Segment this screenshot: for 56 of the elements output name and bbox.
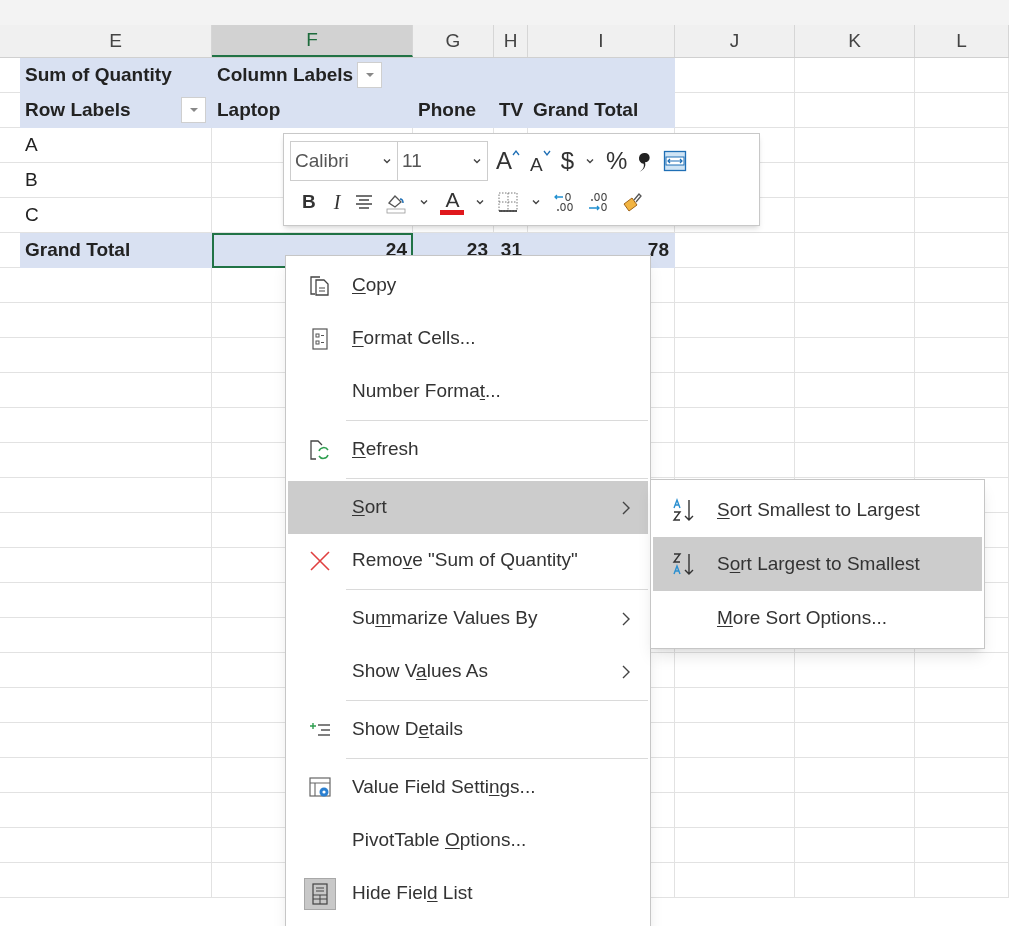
menu-item[interactable]: PivotTable Options... xyxy=(288,814,648,867)
menu-item[interactable]: Show Details xyxy=(288,703,648,761)
menu-item[interactable]: Summarize Values By xyxy=(288,592,648,645)
table-cell: B xyxy=(20,163,212,198)
table-cell: Column Labels xyxy=(212,58,413,93)
table-cell: Row Labels xyxy=(20,93,212,128)
chevron-right-icon xyxy=(620,499,632,516)
percent-button[interactable]: % xyxy=(602,145,632,177)
shrink-font-button[interactable]: A xyxy=(526,145,555,177)
chevron-right-icon xyxy=(620,663,632,680)
menu-item[interactable]: Sort Smallest to Largest xyxy=(653,483,982,537)
table-cell: A xyxy=(20,128,212,163)
align-center-icon xyxy=(354,192,375,212)
table-cell: Laptop xyxy=(212,93,413,128)
menu-item[interactable]: Sort Largest to Smallest xyxy=(653,537,982,591)
refresh-icon xyxy=(308,437,332,462)
close-icon xyxy=(308,548,332,573)
table-cell: Sum of Quantity xyxy=(20,58,212,93)
menu-item[interactable]: Remove "Sum of Quantity" xyxy=(288,534,648,592)
font-size-dropdown[interactable]: 11 xyxy=(398,141,488,181)
column-header[interactable]: H xyxy=(494,25,528,57)
filter-button[interactable] xyxy=(357,62,383,88)
table-cell: Phone xyxy=(413,93,494,128)
menu-item[interactable]: More Sort Options... xyxy=(653,591,982,645)
grow-font-button[interactable]: A xyxy=(492,145,524,177)
format-cells-icon xyxy=(310,326,330,351)
caret-up-icon xyxy=(512,149,520,157)
italic-button[interactable]: I xyxy=(325,186,349,218)
merge-icon xyxy=(663,149,688,173)
column-header[interactable]: F xyxy=(212,25,413,57)
font-color-button[interactable]: A xyxy=(436,186,469,218)
filter-button[interactable] xyxy=(181,97,206,123)
chevron-right-icon xyxy=(620,610,632,627)
table-cell: Grand Total xyxy=(528,93,675,128)
font-name-dropdown[interactable]: Calibri xyxy=(290,141,398,181)
currency-button[interactable]: $ xyxy=(556,145,579,177)
copy-icon xyxy=(308,273,332,298)
menu-item[interactable]: Number Format... xyxy=(288,365,648,423)
menu-item[interactable]: Show Values As xyxy=(288,645,648,703)
menu-item[interactable]: Value Field Settings... xyxy=(288,761,648,814)
column-header[interactable]: G xyxy=(413,25,494,57)
caret-down-icon xyxy=(542,149,551,157)
menu-item[interactable]: Sort xyxy=(288,481,648,534)
borders-icon xyxy=(496,190,521,214)
settings-icon xyxy=(308,775,332,800)
table-cell: Grand Total xyxy=(20,233,212,268)
column-header[interactable]: K xyxy=(795,25,915,57)
field-list-icon xyxy=(310,881,330,906)
table-cell: TV xyxy=(494,93,528,128)
column-header[interactable]: L xyxy=(915,25,1009,57)
menu-item[interactable]: Format Cells... xyxy=(288,312,648,365)
column-header[interactable]: J xyxy=(675,25,795,57)
menu-item[interactable]: Refresh xyxy=(288,423,648,481)
menu-item[interactable]: Hide Field List xyxy=(288,867,648,920)
bold-button[interactable]: B xyxy=(294,186,324,218)
column-header[interactable]: I xyxy=(528,25,675,57)
